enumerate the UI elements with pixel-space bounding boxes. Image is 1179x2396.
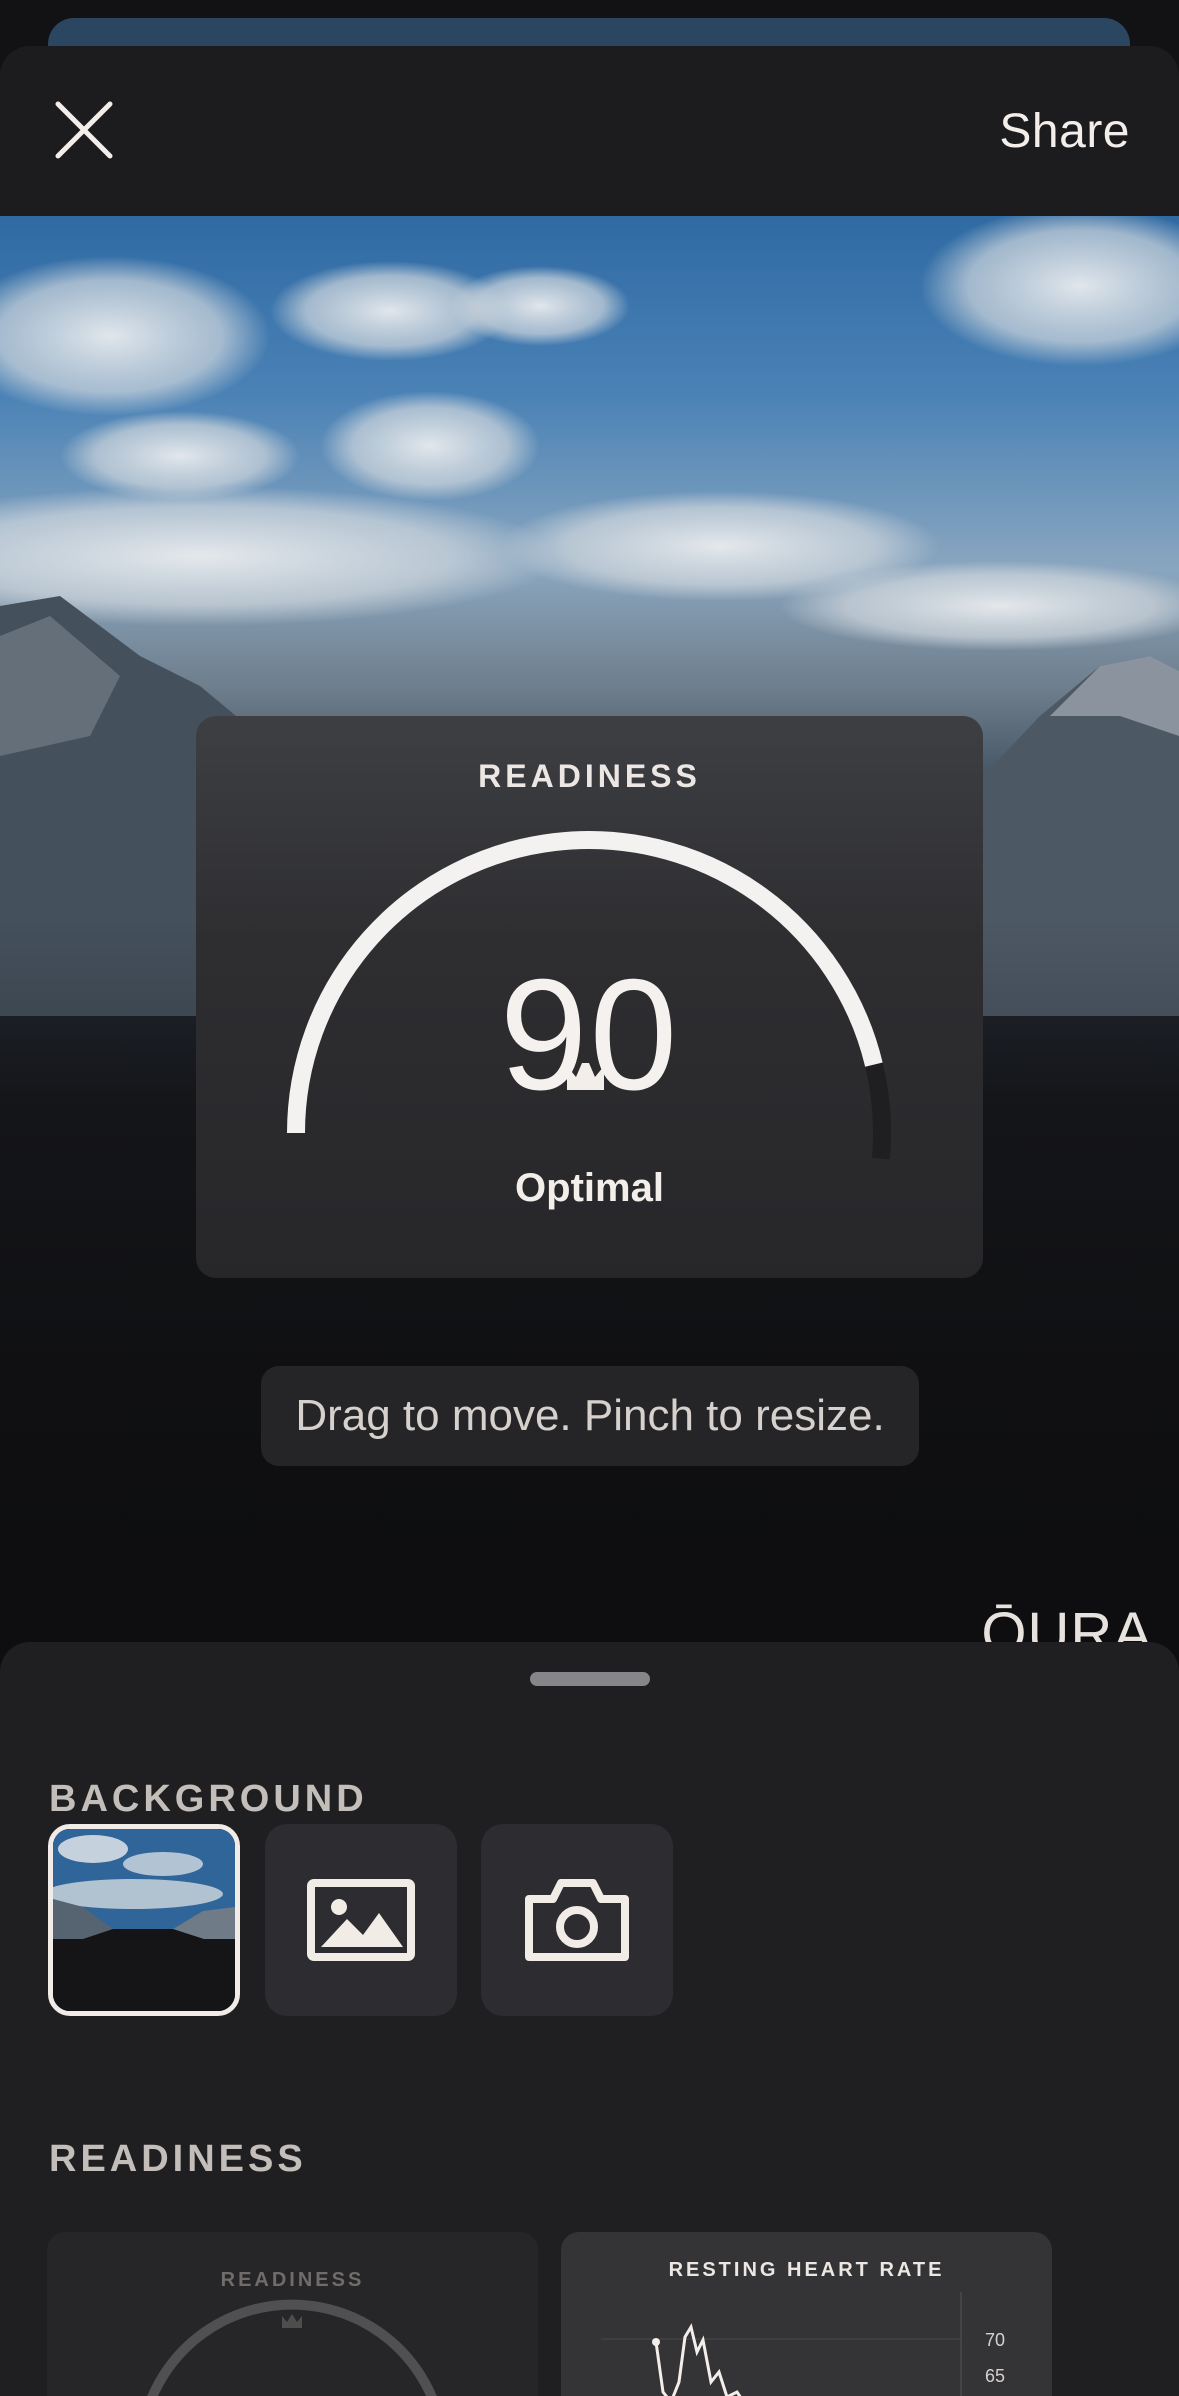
top-bar: Share [0,46,1179,216]
readiness-widget[interactable]: READINESS 90 Optimal [196,716,983,1278]
customize-panel: BACKGROUND READINESS READINESS RESTING H… [0,1642,1179,2396]
readiness-status: Optimal [515,1166,664,1210]
drag-handle[interactable] [530,1672,650,1686]
crown-icon [282,2314,302,2328]
hr-axis-label-70: 70 [985,2330,1005,2350]
share-preview[interactable]: READINESS 90 Optimal Drag to move. Pinch… [0,216,1179,1690]
mini-gauge [147,2299,437,2396]
style-card-heart-rate[interactable]: RESTING HEART RATE 70 65 [561,2232,1052,2396]
background-option-camera[interactable] [481,1824,673,2016]
background-option-gallery[interactable] [265,1824,457,2016]
readiness-section-label: READINESS [49,2138,307,2180]
readiness-score: 90 [499,947,680,1123]
image-gallery-icon [307,1879,415,1961]
background-option-photo[interactable] [48,1824,240,2016]
close-button[interactable] [52,98,116,162]
share-button[interactable]: Share [999,104,1130,159]
close-icon [55,101,113,159]
heart-rate-sparkline: 70 65 [601,2292,1005,2396]
gesture-hint: Drag to move. Pinch to resize. [261,1366,919,1466]
style-card-readiness[interactable]: READINESS [47,2232,538,2396]
background-section-label: BACKGROUND [49,1778,368,1820]
hr-axis-label-65: 65 [985,2366,1005,2386]
camera-icon [525,1879,629,1961]
mountain-thumbnail [53,1829,235,2011]
